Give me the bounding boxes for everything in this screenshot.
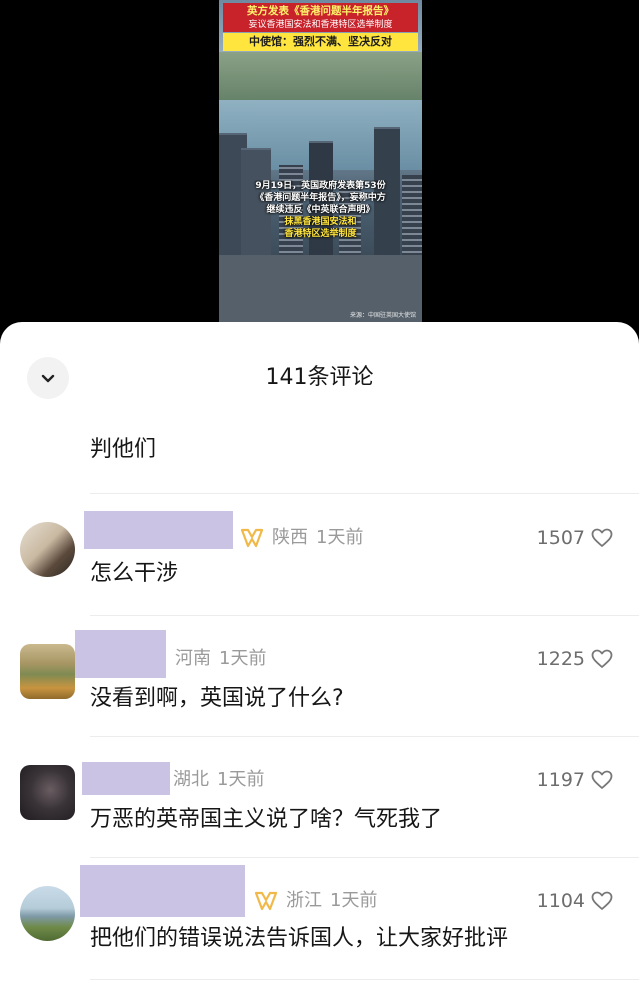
comment-meta: 浙江 1天前 — [254, 888, 377, 914]
comment-meta: 河南 1天前 — [175, 646, 266, 672]
gold-badge-icon — [254, 891, 278, 911]
comment-text: 怎么干涉 — [90, 561, 179, 586]
username-redacted[interactable] — [84, 511, 233, 549]
like-button[interactable]: 1197 — [537, 767, 613, 793]
comment-item[interactable]: 河南 1天前 1225 没看到啊，英国说了什么? — [0, 629, 639, 749]
comment-time: 1天前 — [330, 890, 378, 911]
comment-item[interactable]: 浙江 1天前 1104 把他们的错误说法告诉国人，让大家好批评 — [0, 865, 639, 990]
comment-item[interactable]: 陕西 1天前 1507 怎么干涉 — [0, 508, 639, 628]
avatar[interactable] — [20, 522, 75, 577]
video-caption-line: 香港特区选举制度 — [284, 229, 357, 239]
comment-location: 陕西 — [272, 527, 308, 548]
video-caption-line: 9月19日，英国政府发表第53份 — [255, 181, 386, 191]
like-count: 1507 — [536, 527, 585, 549]
avatar[interactable] — [20, 644, 75, 699]
comment-meta: 陕西 1天前 — [240, 525, 363, 551]
video-source-credit: 来源：中国驻英国大使馆 — [349, 312, 416, 319]
comment-time: 1天前 — [217, 769, 265, 790]
video-caption: 9月19日，英国政府发表第53份 《香港问题半年报告》，妄称中方 继续违反《中英… — [227, 180, 414, 240]
username-redacted[interactable] — [80, 865, 245, 917]
like-count: 1225 — [536, 648, 585, 670]
comment-meta: 湖北 1天前 — [173, 767, 264, 793]
comment-divider — [90, 736, 639, 737]
comment-text: 把他们的错误说法告诉国人，让大家好批评 — [90, 926, 509, 951]
like-button[interactable]: 1104 — [537, 888, 613, 914]
like-button[interactable]: 1225 — [537, 646, 613, 672]
video-banner-statement: 中使馆：强烈不满、坚决反对 — [223, 33, 418, 51]
like-count: 1104 — [536, 890, 585, 912]
comment-location: 湖北 — [173, 769, 209, 790]
username-redacted[interactable] — [75, 630, 166, 678]
comment-divider — [90, 979, 639, 980]
comment-divider — [90, 493, 639, 494]
comment-divider — [90, 857, 639, 858]
comment-location: 浙江 — [286, 890, 322, 911]
heart-outline-icon — [591, 770, 613, 789]
comment-time: 1天前 — [316, 527, 364, 548]
avatar[interactable] — [20, 886, 75, 941]
previous-comment-text: 判他们 — [90, 437, 157, 462]
comment-divider — [90, 615, 639, 616]
video-caption-line: 《香港问题半年报告》，妄称中方 — [255, 193, 386, 203]
comment-count-title: 141条评论 — [265, 365, 374, 390]
video-banner-headline: 英方发表《香港问题半年报告》 — [223, 3, 418, 19]
video-caption-line: 抹黑香港国安法和 — [284, 217, 357, 227]
avatar[interactable] — [20, 765, 75, 820]
heart-outline-icon — [591, 649, 613, 668]
comment-location: 河南 — [175, 648, 211, 669]
comment-text: 没看到啊，英国说了什么? — [90, 686, 344, 711]
like-count: 1197 — [536, 769, 585, 791]
comment-time: 1天前 — [219, 648, 267, 669]
video-banner-subheadline: 妄议香港国安法和香港特区选举制度 — [223, 19, 418, 32]
heart-outline-icon — [591, 891, 613, 910]
comment-sheet: 141条评论 判他们 陕西 1天前 1507 怎么干涉 河南 1天前 1225 … — [0, 322, 639, 1007]
gold-badge-icon — [240, 528, 264, 548]
comment-text: 万恶的英帝国主义说了啥？气死我了 — [90, 807, 443, 832]
comment-item[interactable]: 湖北 1天前 1197 万恶的英帝国主义说了啥？气死我了 — [0, 750, 639, 870]
video-caption-line: 继续违反《中英联合声明》 — [266, 205, 375, 215]
heart-outline-icon — [591, 528, 613, 547]
like-button[interactable]: 1507 — [537, 525, 613, 551]
video-player[interactable]: 英方发表《香港问题半年报告》 妄议香港国安法和香港特区选举制度 中使馆：强烈不满… — [219, 0, 422, 325]
username-redacted[interactable] — [82, 762, 170, 795]
